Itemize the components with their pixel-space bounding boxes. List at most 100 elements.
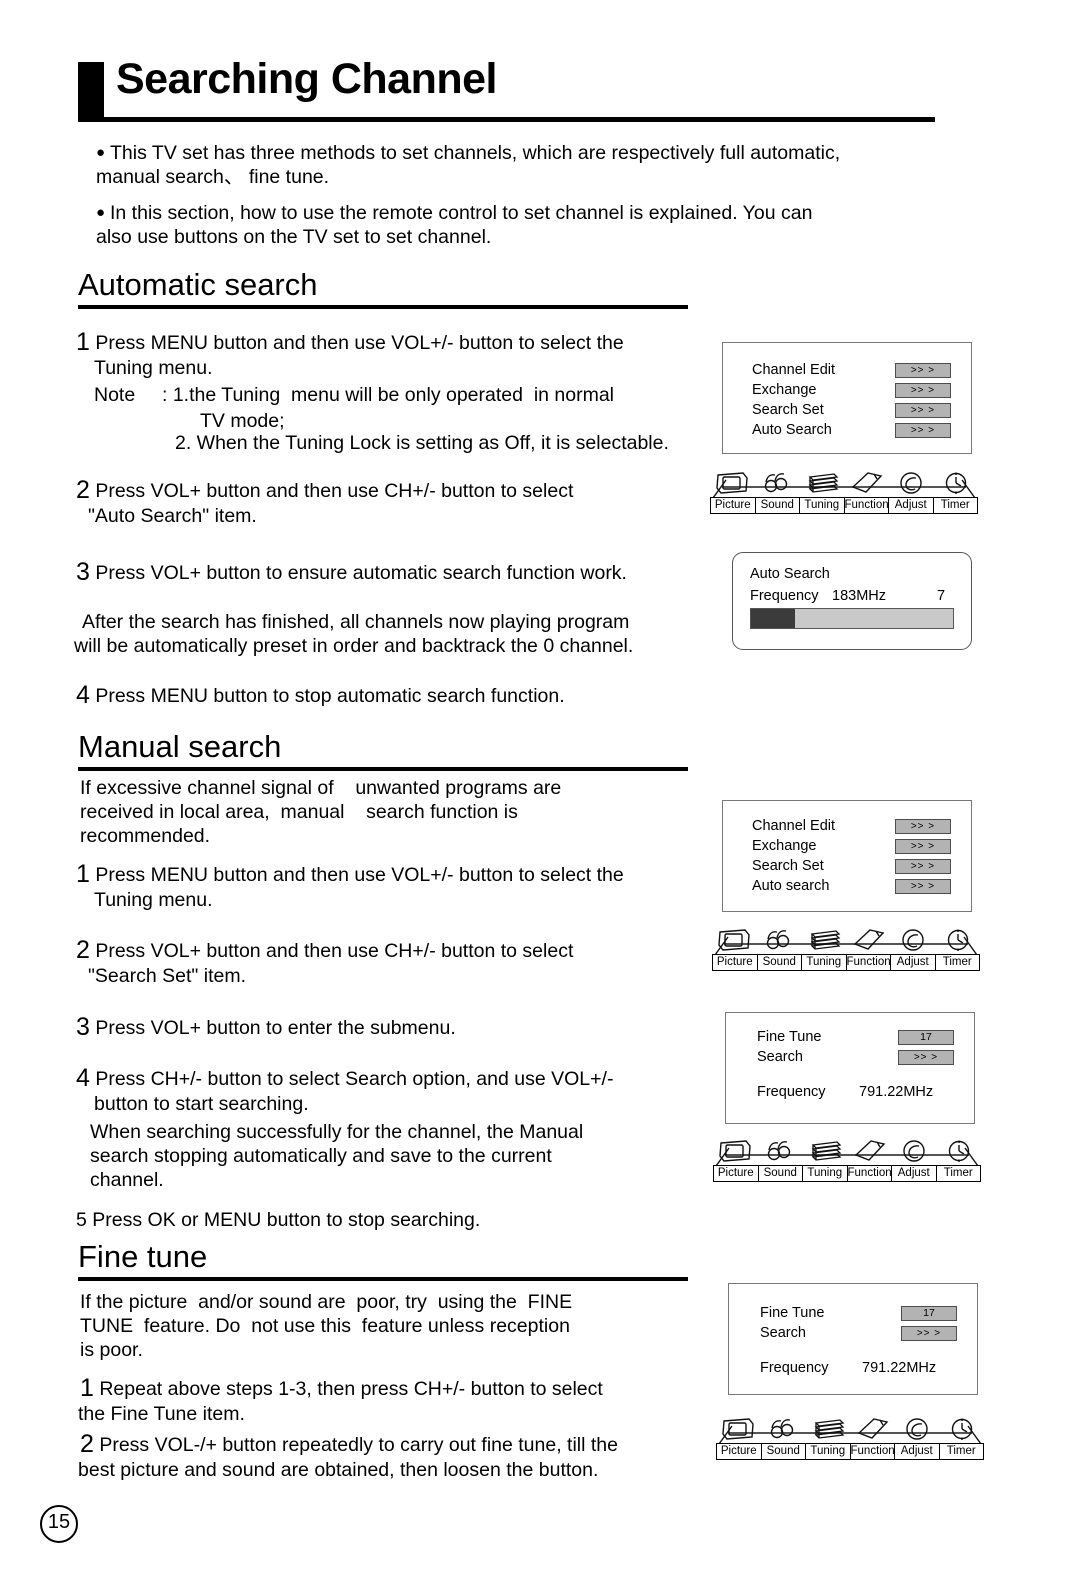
osd-iconbar-2: Picture Sound Tuning Function Adjust Timer bbox=[712, 925, 980, 971]
step-number: 1 bbox=[76, 860, 90, 888]
stacked-waves-icon[interactable] bbox=[806, 1415, 850, 1444]
iconbar-label-sound[interactable]: Sound bbox=[762, 1444, 806, 1459]
tv-screen-icon[interactable] bbox=[716, 1415, 760, 1444]
step-number: 4 bbox=[76, 1064, 90, 1092]
iconbar-label-timer[interactable]: Timer bbox=[936, 955, 980, 970]
manual-step-4-cont-3: search stopping automatically and save t… bbox=[90, 1145, 552, 1167]
manual-step-5: 5 Press OK or MENU button to stop search… bbox=[76, 1208, 736, 1234]
iconbar-label-tuning[interactable]: Tuning bbox=[800, 498, 845, 513]
osd-row-chip[interactable]: 17 bbox=[898, 1030, 954, 1045]
osd-tuning-menu-2: Channel Edit >> > Exchange >> > Search S… bbox=[722, 800, 972, 912]
circle-swirl-icon[interactable] bbox=[891, 926, 935, 955]
manual-intro-1: If excessive channel signal of unwanted … bbox=[80, 777, 562, 799]
speaker-note-icon[interactable] bbox=[757, 926, 801, 955]
osd-row-chip[interactable]: >> > bbox=[901, 1326, 957, 1341]
note-item-1: : 1.the Tuning menu will be only operate… bbox=[162, 384, 615, 406]
iconbar-label-function[interactable]: Function bbox=[848, 1166, 892, 1181]
auto-step-3: 3 Press VOL+ button to ensure automatic … bbox=[76, 558, 736, 587]
osd-row-chip[interactable]: >> > bbox=[895, 879, 951, 894]
step-text: Press VOL+ button to ensure automatic se… bbox=[95, 562, 627, 584]
iconbar-label-function[interactable]: Function bbox=[847, 955, 891, 970]
stacked-waves-icon[interactable] bbox=[800, 469, 844, 498]
osd-row-label: Auto Search bbox=[752, 422, 832, 438]
tilted-card-icon[interactable] bbox=[847, 1137, 891, 1166]
osd-row-chip[interactable]: >> > bbox=[898, 1050, 954, 1065]
iconbar-label-tuning[interactable]: Tuning bbox=[806, 1444, 851, 1459]
speaker-note-icon[interactable] bbox=[761, 1415, 805, 1444]
osd-row-chip[interactable]: >> > bbox=[895, 859, 951, 874]
speaker-note-icon[interactable] bbox=[755, 469, 799, 498]
osd-row-chip[interactable]: >> > bbox=[895, 839, 951, 854]
clock-icon[interactable] bbox=[940, 1415, 984, 1444]
osd-frequency-value: 791.22MHz bbox=[862, 1360, 937, 1376]
finetune-intro-2: TUNE feature. Do not use this feature un… bbox=[80, 1315, 570, 1337]
manual-step-4: 4 Press CH+/- button to select Search op… bbox=[76, 1064, 736, 1093]
osd-row-chip[interactable]: >> > bbox=[895, 403, 951, 418]
osd-row-label: Search Set bbox=[752, 402, 824, 418]
circle-swirl-icon[interactable] bbox=[889, 469, 933, 498]
tilted-card-icon[interactable] bbox=[850, 1415, 894, 1444]
iconbar-label-picture[interactable]: Picture bbox=[713, 955, 758, 970]
intro-bullet-1-cont: manual search、 fine tune. bbox=[96, 166, 330, 188]
step-text: Press MENU button and then use VOL+/- bu… bbox=[95, 864, 624, 886]
osd-row-chip[interactable]: 17 bbox=[901, 1306, 957, 1321]
clock-icon[interactable] bbox=[934, 469, 978, 498]
iconbar-label-sound[interactable]: Sound bbox=[758, 955, 802, 970]
tilted-card-icon[interactable] bbox=[846, 926, 890, 955]
step-number: 5 bbox=[76, 1209, 87, 1231]
osd-row-chip[interactable]: >> > bbox=[895, 383, 951, 398]
osd-frequency-label: Frequency bbox=[757, 1084, 826, 1100]
iconbar-label-tuning[interactable]: Tuning bbox=[803, 1166, 848, 1181]
iconbar-label-function[interactable]: Function bbox=[851, 1444, 895, 1459]
iconbar-label-picture[interactable]: Picture bbox=[711, 498, 756, 513]
osd-row-label: Search bbox=[757, 1049, 803, 1065]
iconbar-label-timer[interactable]: Timer bbox=[934, 498, 978, 513]
circle-swirl-icon[interactable] bbox=[892, 1137, 936, 1166]
iconbar-label-adjust[interactable]: Adjust bbox=[891, 955, 936, 970]
step-number: 3 bbox=[76, 558, 90, 586]
iconbar-label-adjust[interactable]: Adjust bbox=[892, 1166, 937, 1181]
page-header: Searching Channel bbox=[78, 58, 938, 130]
tilted-card-icon[interactable] bbox=[844, 469, 888, 498]
osd-iconbar-1: Picture Sound Tuning Function Adjust Timer bbox=[710, 468, 978, 514]
stacked-waves-icon[interactable] bbox=[802, 926, 846, 955]
iconbar-label-sound[interactable]: Sound bbox=[759, 1166, 803, 1181]
tv-screen-icon[interactable] bbox=[712, 926, 756, 955]
manual-step-3: 3 Press VOL+ button to enter the submenu… bbox=[76, 1014, 736, 1042]
iconbar-label-adjust[interactable]: Adjust bbox=[889, 498, 934, 513]
manual-step-4-cont-4: channel. bbox=[90, 1169, 164, 1191]
stacked-waves-icon[interactable] bbox=[803, 1137, 847, 1166]
manual-intro-2: received in local area, manual search fu… bbox=[80, 801, 518, 823]
osd-row-chip[interactable]: >> > bbox=[895, 363, 951, 378]
circle-swirl-icon[interactable] bbox=[895, 1415, 939, 1444]
clock-icon[interactable] bbox=[936, 926, 980, 955]
tv-screen-icon[interactable] bbox=[710, 469, 754, 498]
iconbar-label-sound[interactable]: Sound bbox=[756, 498, 800, 513]
tv-screen-icon[interactable] bbox=[713, 1137, 757, 1166]
iconbar-label-timer[interactable]: Timer bbox=[940, 1444, 984, 1459]
iconbar-label-picture[interactable]: Picture bbox=[714, 1166, 759, 1181]
manual-step-1: 1 Press MENU button and then use VOL+/- … bbox=[76, 860, 736, 889]
osd-frequency-label: Frequency bbox=[750, 588, 819, 604]
bullet-dot-icon: ● bbox=[96, 144, 106, 161]
manual-step-2-cont: "Search Set" item. bbox=[88, 965, 246, 987]
osd-fine-tune-menu: Fine Tune 17 Search >> > Frequency 791.2… bbox=[728, 1283, 978, 1395]
section-heading: Fine tune bbox=[78, 1239, 208, 1274]
iconbar-label-tuning[interactable]: Tuning bbox=[802, 955, 847, 970]
clock-icon[interactable] bbox=[937, 1137, 981, 1166]
section-fine-tune: Fine tune bbox=[78, 1240, 688, 1281]
osd-row-chip[interactable]: >> > bbox=[895, 423, 951, 438]
iconbar-label-adjust[interactable]: Adjust bbox=[895, 1444, 940, 1459]
speaker-note-icon[interactable] bbox=[758, 1137, 802, 1166]
step-number: 2 bbox=[76, 936, 90, 964]
iconbar-label-function[interactable]: Function bbox=[845, 498, 889, 513]
iconbar-label-picture[interactable]: Picture bbox=[717, 1444, 762, 1459]
finetune-step-2-cont: best picture and sound are obtained, the… bbox=[78, 1459, 599, 1481]
osd-tuning-menu-1: Channel Edit >> > Exchange >> > Search S… bbox=[722, 342, 972, 454]
iconbar-label-timer[interactable]: Timer bbox=[937, 1166, 981, 1181]
osd-row-chip[interactable]: >> > bbox=[895, 819, 951, 834]
step-number: 4 bbox=[76, 681, 90, 709]
osd-row-label: Channel Edit bbox=[752, 818, 836, 834]
auto-para-line-1: After the search has finished, all chann… bbox=[82, 611, 630, 633]
iconbar-labels: Picture Sound Tuning Function Adjust Timer bbox=[716, 1443, 984, 1460]
